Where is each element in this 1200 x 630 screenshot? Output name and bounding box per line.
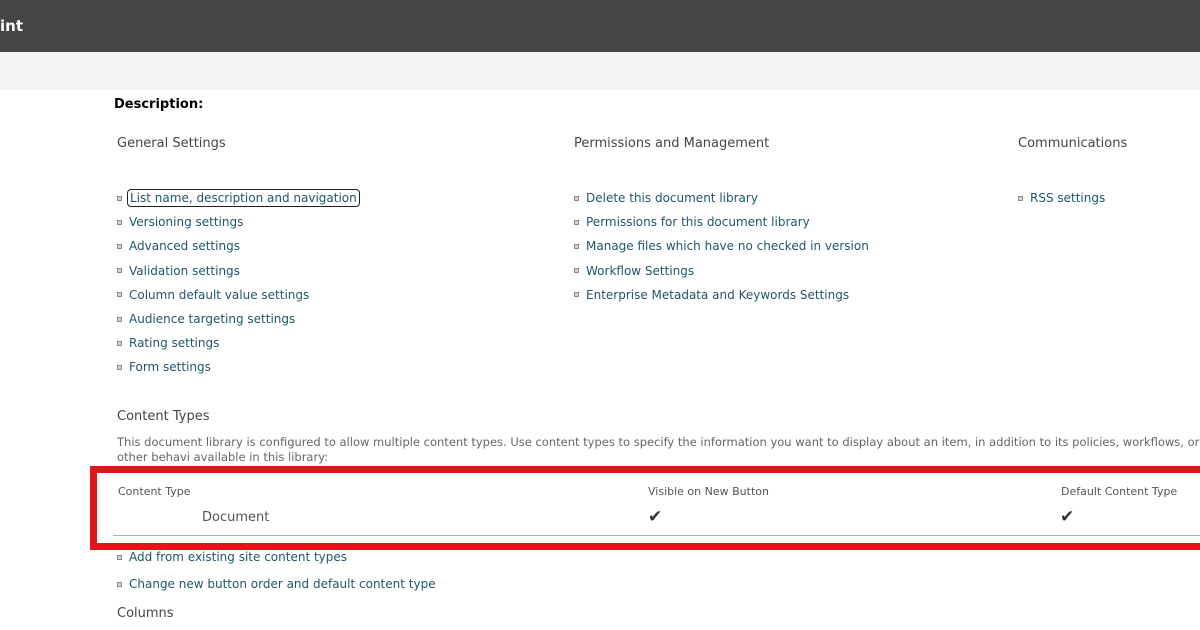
bullet-icon [117, 195, 122, 201]
general-settings-list: List name, description and navigation Ve… [117, 186, 360, 380]
bullet-icon [574, 292, 579, 298]
change-new-button-order-link[interactable]: Change new button order and default cont… [129, 577, 436, 591]
columns-heading: Columns [117, 606, 174, 621]
permissions-management-list: Delete this document library Permissions… [574, 186, 869, 307]
bullet-icon [117, 268, 122, 274]
suite-bar: int [0, 0, 1200, 52]
column-default-value-settings-link[interactable]: Column default value settings [129, 288, 309, 302]
bullet-icon [117, 554, 122, 560]
form-settings-link[interactable]: Form settings [129, 360, 211, 374]
content-types-links: Add from existing site content types Cha… [117, 546, 436, 600]
bullet-icon [117, 364, 122, 370]
bullet-icon [117, 219, 122, 225]
bullet-icon [117, 316, 122, 322]
audience-targeting-settings-link[interactable]: Audience targeting settings [129, 312, 295, 326]
document-content-type-link[interactable]: Document [202, 510, 269, 525]
library-permissions-link[interactable]: Permissions for this document library [586, 215, 810, 229]
highlight-box [90, 466, 1200, 550]
versioning-settings-link[interactable]: Versioning settings [129, 215, 243, 229]
advanced-settings-link[interactable]: Advanced settings [129, 239, 240, 253]
list-item: RSS settings [1018, 186, 1105, 210]
list-item: Column default value settings [117, 283, 358, 307]
checkmark-icon: ✔ [1060, 507, 1075, 527]
rss-settings-link[interactable]: RSS settings [1030, 191, 1105, 205]
visible-on-new-column-header: Visible on New Button [648, 485, 769, 498]
add-existing-content-types-link[interactable]: Add from existing site content types [129, 550, 347, 564]
communications-list: RSS settings [1018, 186, 1105, 210]
general-settings-heading: General Settings [117, 136, 226, 151]
bullet-icon [574, 268, 579, 274]
list-item: Advanced settings [117, 234, 358, 258]
list-item: Form settings [117, 355, 358, 379]
list-item: Permissions for this document library [574, 210, 869, 234]
list-item: Validation settings [117, 259, 358, 283]
list-item: Add from existing site content types [117, 546, 436, 568]
rating-settings-link[interactable]: Rating settings [129, 336, 219, 350]
list-item: Rating settings [117, 331, 358, 355]
bullet-icon [117, 292, 122, 298]
workflow-settings-link[interactable]: Workflow Settings [586, 264, 694, 278]
table-row-divider [113, 535, 1200, 536]
list-item: Change new button order and default cont… [117, 568, 436, 600]
communications-heading: Communications [1018, 136, 1128, 151]
content-types-description: This document library is configured to a… [117, 435, 1200, 464]
checkmark-icon: ✔ [648, 507, 663, 527]
content-type-column-header: Content Type [118, 485, 191, 498]
app-title[interactable]: int [0, 17, 23, 35]
enterprise-metadata-settings-link[interactable]: Enterprise Metadata and Keywords Setting… [586, 288, 849, 302]
manage-unchecked-files-link[interactable]: Manage files which have no checked in ve… [586, 239, 869, 253]
delete-library-link[interactable]: Delete this document library [586, 191, 758, 205]
list-item: Versioning settings [117, 210, 358, 234]
list-item: Audience targeting settings [117, 307, 358, 331]
description-label: Description: [114, 97, 204, 112]
bullet-icon [574, 243, 579, 249]
validation-settings-link[interactable]: Validation settings [129, 264, 240, 278]
bullet-icon [1018, 195, 1023, 201]
list-item: Delete this document library [574, 186, 869, 210]
list-item: List name, description and navigation [117, 186, 360, 210]
bullet-icon [574, 219, 579, 225]
list-item: Enterprise Metadata and Keywords Setting… [574, 283, 869, 307]
default-content-type-column-header: Default Content Type [1061, 485, 1178, 498]
bullet-icon [117, 340, 122, 346]
list-name-settings-link[interactable]: List name, description and navigation [127, 189, 360, 208]
permissions-management-heading: Permissions and Management [574, 136, 770, 151]
list-item: Workflow Settings [574, 259, 869, 283]
bullet-icon [117, 243, 122, 249]
list-item: Manage files which have no checked in ve… [574, 234, 869, 258]
ribbon-bar [0, 52, 1200, 90]
bullet-icon [117, 581, 122, 587]
bullet-icon [574, 195, 579, 201]
content-types-heading: Content Types [117, 409, 210, 424]
